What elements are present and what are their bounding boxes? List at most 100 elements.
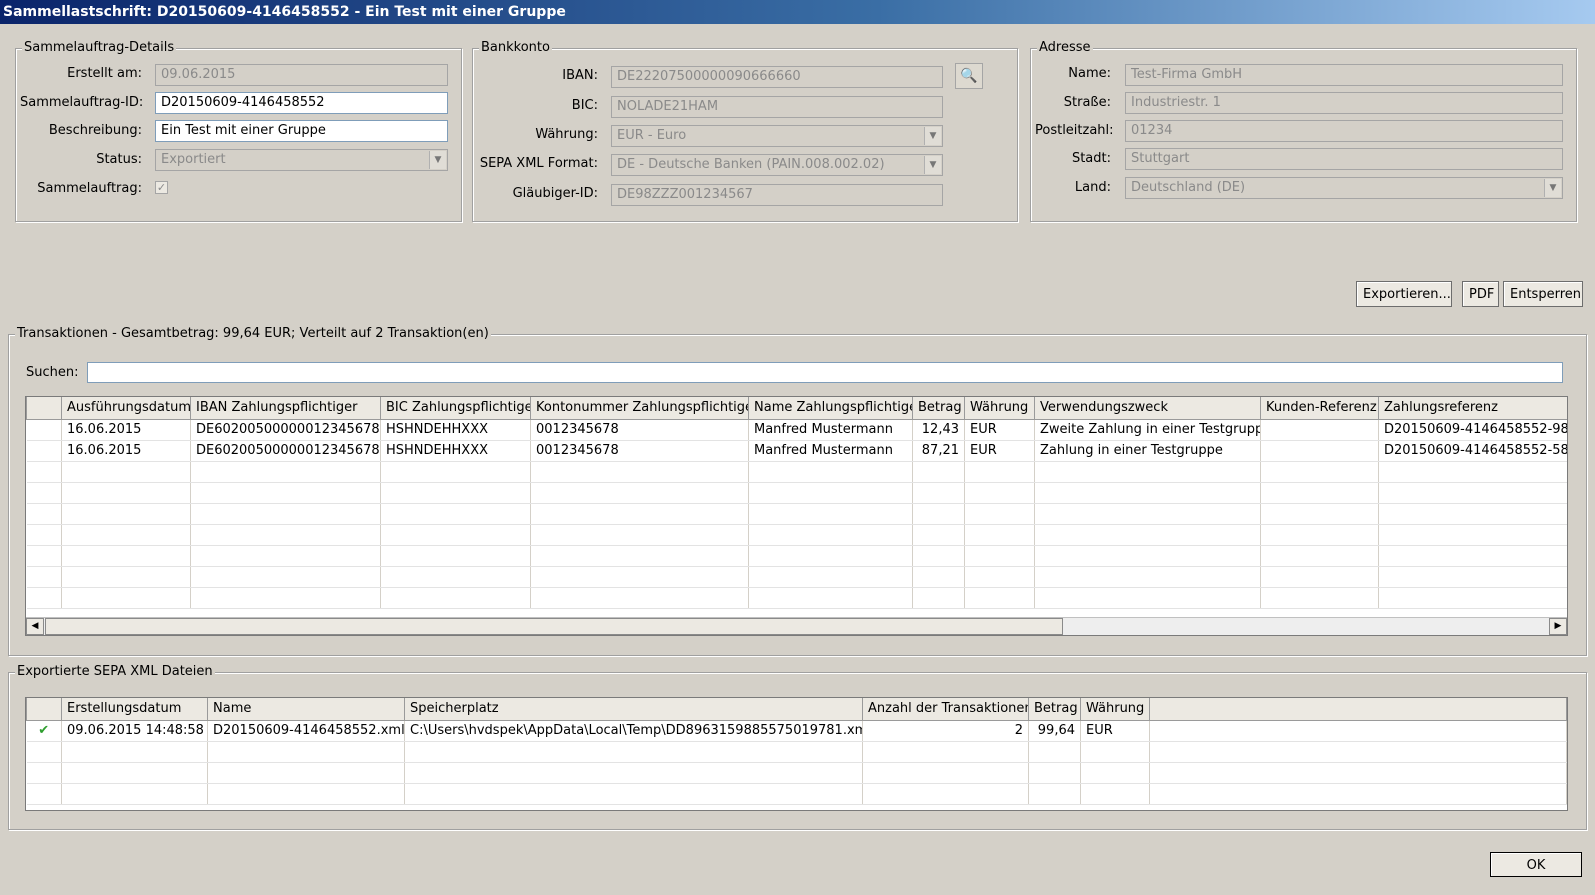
description-field[interactable]: Ein Test mit einer Gruppe [155, 120, 448, 142]
exports-table[interactable]: Erstellungsdatum Name Speicherplatz Anza… [25, 697, 1568, 811]
ok-button[interactable]: OK [1490, 852, 1582, 877]
column-header[interactable]: Name Zahlungspflichtiger [748, 397, 913, 420]
id-field[interactable]: D20150609-4146458552 [155, 92, 448, 114]
column-header[interactable]: Betrag [1028, 698, 1081, 721]
zip-field[interactable]: 01234 [1125, 120, 1563, 142]
status-label: Status: [96, 152, 142, 167]
table-cell: Zahlung in einer Testgruppe [1034, 440, 1261, 462]
column-header[interactable]: Währung [1080, 698, 1150, 721]
iban-field[interactable]: DE22207500000090666660 [611, 66, 943, 88]
currency-value: EUR - Euro [617, 128, 687, 143]
table-row[interactable]: 16.06.2015 DE60200500000012345678 HSHNDE… [26, 440, 1567, 462]
empty-row [26, 762, 1567, 784]
name-field[interactable]: Test-Firma GmbH [1125, 64, 1563, 86]
column-header[interactable]: Verwendungszweck [1034, 397, 1261, 420]
format-select[interactable]: DE - Deutsche Banken (PAIN.008.002.02) ▼ [611, 154, 943, 176]
format-label: SEPA XML Format: [479, 156, 598, 171]
format-value: DE - Deutsche Banken (PAIN.008.002.02) [617, 157, 885, 172]
chevron-down-icon[interactable]: ▼ [1544, 179, 1561, 197]
scroll-thumb[interactable] [45, 618, 1063, 635]
table-row[interactable]: 16.06.2015 DE60200500000012345678 HSHNDE… [26, 419, 1567, 441]
search-label: Suchen: [26, 365, 79, 380]
table-cell: 16.06.2015 [61, 419, 191, 441]
table-cell: Manfred Mustermann [748, 419, 913, 441]
bank-legend: Bankkonto [479, 40, 552, 56]
table-cell: HSHNDEHHXXX [380, 419, 531, 441]
horizontal-scrollbar[interactable]: ◀ ▶ [26, 617, 1567, 635]
transactions-table[interactable]: Ausführungsdatum IBAN Zahlungspflichtige… [25, 396, 1568, 636]
bic-label: BIC: [571, 98, 598, 113]
street-field[interactable]: Industriestr. 1 [1125, 92, 1563, 114]
id-label: Sammelauftrag-ID: [20, 95, 144, 110]
currency-label: Währung: [535, 127, 598, 142]
empty-row [26, 587, 1567, 609]
column-header[interactable]: BIC Zahlungspflichtiger [380, 397, 531, 420]
column-header[interactable]: Speicherplatz [404, 698, 863, 721]
window-title: Sammellastschrift: D20150609-4146458552 … [0, 0, 1595, 24]
column-header[interactable] [26, 397, 62, 420]
search-icon[interactable]: 🔍 [955, 63, 983, 89]
table-cell: DE60200500000012345678 [190, 419, 381, 441]
city-label: Stadt: [1071, 151, 1111, 166]
table-cell [1260, 440, 1379, 462]
unlock-button[interactable]: Entsperren [1503, 281, 1583, 307]
column-header[interactable]: Anzahl der Transaktionen [862, 698, 1029, 721]
address-legend: Adresse [1037, 40, 1093, 56]
pdf-button[interactable]: PDF [1462, 281, 1499, 307]
column-header[interactable]: Währung [964, 397, 1035, 420]
status-select[interactable]: Exportiert ▼ [155, 149, 448, 171]
empty-row [26, 545, 1567, 567]
chevron-down-icon[interactable]: ▼ [429, 151, 446, 169]
empty-row [26, 461, 1567, 483]
column-header[interactable] [26, 698, 62, 721]
creditor-label: Gläubiger-ID: [512, 186, 598, 201]
table-row[interactable]: ✔ 09.06.2015 14:48:58 D20150609-41464585… [26, 720, 1567, 742]
table-cell [1260, 419, 1379, 441]
table-cell: 2 [862, 720, 1029, 742]
column-header[interactable]: Betrag [912, 397, 965, 420]
scroll-left-icon[interactable]: ◀ [26, 618, 44, 635]
bic-field[interactable]: NOLADE21HAM [611, 96, 943, 118]
batch-checkbox[interactable]: ✓ [155, 181, 168, 194]
column-header[interactable]: Kunden-Referenz [1260, 397, 1379, 420]
currency-select[interactable]: EUR - Euro ▼ [611, 125, 943, 147]
table-cell [1149, 720, 1567, 742]
column-header[interactable]: Ausführungsdatum [61, 397, 191, 420]
city-field[interactable]: Stuttgart [1125, 148, 1563, 170]
check-icon: ✔ [26, 720, 62, 742]
table-cell: DE60200500000012345678 [190, 440, 381, 462]
search-input[interactable] [87, 362, 1563, 383]
table-cell: D20150609-4146458552.xml [207, 720, 405, 742]
street-label: Straße: [1063, 95, 1111, 110]
table-cell: 0012345678 [530, 419, 749, 441]
column-header[interactable]: Kontonummer Zahlungspflichtiger [530, 397, 749, 420]
created-field[interactable]: 09.06.2015 [155, 64, 448, 86]
description-label: Beschreibung: [48, 123, 142, 138]
creditor-field[interactable]: DE98ZZZ001234567 [611, 184, 943, 206]
table-cell [26, 419, 62, 441]
table-cell: EUR [964, 419, 1035, 441]
status-value: Exportiert [161, 152, 226, 167]
empty-row [26, 503, 1567, 525]
chevron-down-icon[interactable]: ▼ [924, 127, 941, 145]
column-header[interactable]: Erstellungsdatum [61, 698, 208, 721]
table-cell: D20150609-4146458552-980 [1378, 419, 1567, 441]
table-cell [26, 440, 62, 462]
country-value: Deutschland (DE) [1131, 180, 1246, 195]
table-cell: EUR [964, 440, 1035, 462]
column-header[interactable]: Zahlungsreferenz [1378, 397, 1567, 420]
chevron-down-icon[interactable]: ▼ [924, 156, 941, 174]
empty-row [26, 482, 1567, 504]
export-button[interactable]: Exportieren... [1356, 281, 1452, 307]
exports-header-row: Erstellungsdatum Name Speicherplatz Anza… [26, 698, 1567, 721]
empty-row [26, 783, 1567, 805]
table-cell: 99,64 [1028, 720, 1081, 742]
column-header[interactable]: IBAN Zahlungspflichtiger [190, 397, 381, 420]
column-header[interactable] [1149, 698, 1567, 721]
country-select[interactable]: Deutschland (DE) ▼ [1125, 177, 1563, 199]
iban-label: IBAN: [562, 68, 598, 83]
scroll-right-icon[interactable]: ▶ [1549, 618, 1567, 635]
batch-label: Sammelauftrag: [37, 181, 142, 196]
column-header[interactable]: Name [207, 698, 405, 721]
table-cell: 12,43 [912, 419, 965, 441]
